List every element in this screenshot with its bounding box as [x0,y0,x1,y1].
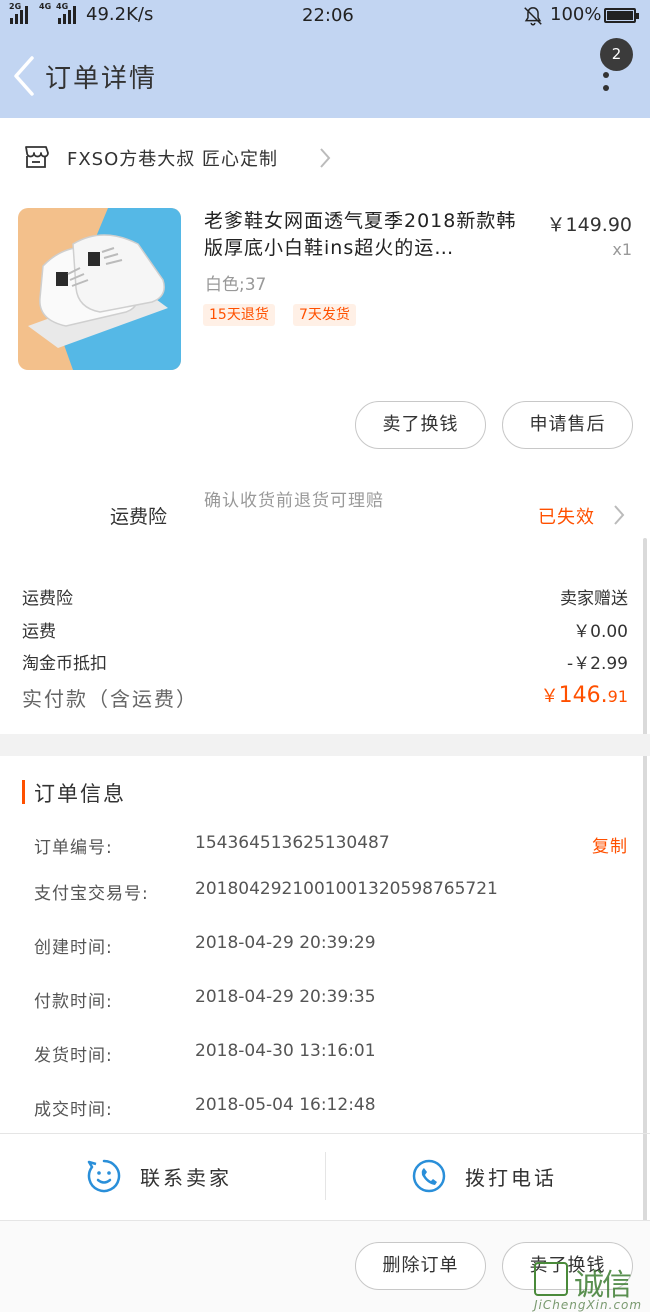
watermark-logo-icon [534,1262,568,1296]
completed-time-label: 成交时间: [34,1100,113,1120]
watermark-url: JiChengXin.com [534,1298,643,1312]
alipay-trade-value: 2018042921001001320598765721 [195,879,498,899]
paid-time-value: 2018-04-29 20:39:35 [195,987,376,1007]
insurance-status[interactable]: 已失效 [538,503,595,529]
total-paid-amount: ￥146.91 [541,682,628,708]
shop-name[interactable]: FXSO方巷大叔 匠心定制 [67,145,278,171]
completed-time-value: 2018-05-04 16:12:48 [195,1095,376,1115]
fee-label: 运费 [22,622,56,642]
message-count-badge[interactable]: 2 [600,38,633,71]
order-number-value: 154364513625130487 [195,833,390,853]
divider [325,1152,326,1200]
watermark: 诚信 JiChengXin.com [530,1262,650,1312]
status-bar: 2G 4G 4G 49.2K/s 22:06 100% [0,0,650,32]
page-title: 订单详情 [45,64,158,94]
shipping-time-tag: 7天发货 [293,304,356,326]
product-sku: 白色;37 [205,275,267,295]
fee-value: -￥2.99 [567,654,628,674]
fee-value: 卖家赠送 [560,589,628,609]
after-sale-button[interactable]: 申请售后 [502,401,633,449]
amount-decimal: 91 [607,687,628,706]
fee-label: 淘金币抵扣 [22,654,107,674]
more-menu-icon[interactable] [600,70,614,96]
product-quantity: x1 [612,240,632,259]
divider [0,1133,650,1134]
order-info-title: 订单信息 [34,782,126,806]
amount-integer: 146. [558,683,608,708]
signal-icon-2 [58,6,80,24]
mute-bell-icon [524,7,542,26]
battery-icon [604,8,639,23]
created-time-label: 创建时间: [34,938,113,958]
shipping-insurance-label: 运费险 [110,506,168,528]
product-price: ￥149.90 [546,214,632,236]
shipped-time-label: 发货时间: [34,1046,113,1066]
chat-smile-icon[interactable] [86,1158,122,1194]
contact-seller-button[interactable]: 联系卖家 [140,1162,232,1191]
resell-button[interactable]: 卖了换钱 [355,401,486,449]
network-speed: 49.2K/s [86,4,154,25]
chevron-right-icon[interactable] [612,503,626,527]
created-time-value: 2018-04-29 20:39:29 [195,933,376,953]
order-number-label: 订单编号: [34,838,113,858]
total-paid-label: 实付款（含运费） [22,687,198,711]
battery-percent: 100% [550,4,602,25]
product-image[interactable] [18,208,181,370]
network-4g-label: 4G [39,2,52,11]
signal-icon [10,6,32,24]
section-accent-bar [22,780,25,804]
shop-icon [25,146,49,168]
copy-button[interactable]: 复制 [592,832,628,857]
shipping-insurance-desc: 确认收货前退货可理赔 [204,491,384,511]
delete-order-button[interactable]: 删除订单 [355,1242,486,1290]
call-phone-button[interactable]: 拨打电话 [465,1162,557,1191]
return-policy-tag: 15天退货 [203,304,275,326]
currency-symbol: ￥ [540,686,559,707]
product-title[interactable]: 老爹鞋女网面透气夏季2018新款韩版厚底小白鞋ins超火的运… [204,208,534,262]
fee-value: ￥0.00 [573,622,628,642]
back-arrow-icon[interactable] [10,54,38,98]
paid-time-label: 付款时间: [34,992,113,1012]
shipped-time-value: 2018-04-30 13:16:01 [195,1041,376,1061]
phone-icon[interactable] [411,1158,447,1194]
scrollbar[interactable] [643,538,647,1228]
clock: 22:06 [302,5,354,26]
fee-label: 运费险 [22,589,73,609]
section-divider [0,734,650,756]
alipay-trade-label: 支付宝交易号: [34,884,149,904]
chevron-right-icon[interactable] [318,146,332,170]
